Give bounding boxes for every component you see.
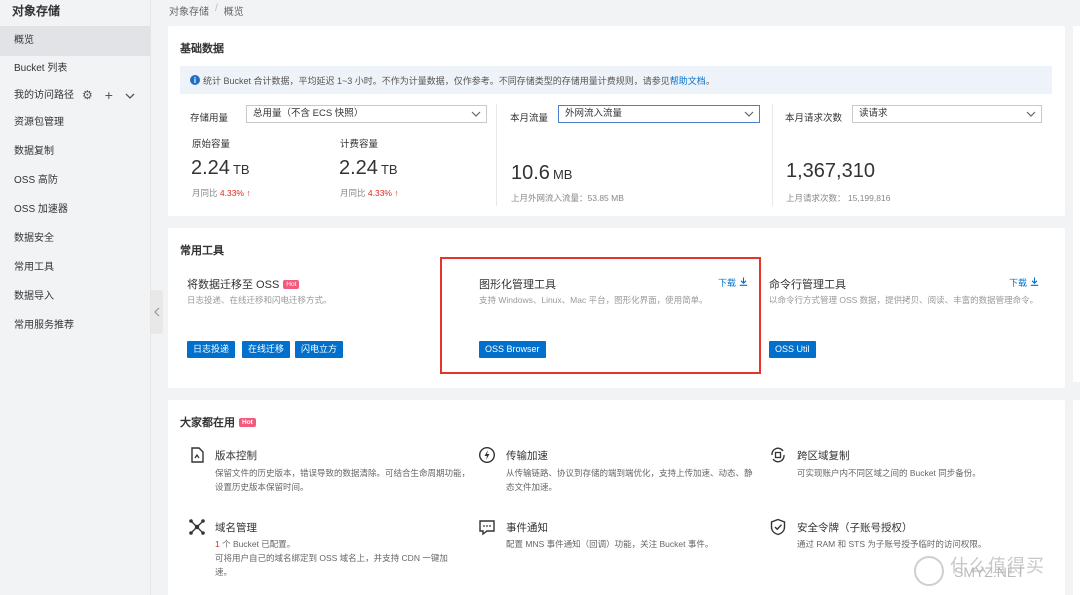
shield-icon [770, 518, 786, 536]
divider [772, 104, 773, 206]
region-copy-icon [771, 447, 785, 463]
sidebar-item-oss-anti-ddos[interactable]: OSS 高防 [0, 166, 150, 195]
traffic-last-month: 上月外网流入流量：53.85 MB [511, 193, 624, 203]
sidebar-collapse-handle[interactable] [151, 290, 163, 334]
sidebar-item-oss-accelerator[interactable]: OSS 加速器 [0, 195, 150, 224]
log-delivery-button[interactable]: 日志投递 [187, 341, 236, 358]
requests-last-month: 上月请求次数： 15,199,816 [786, 193, 891, 203]
help-doc-link[interactable]: 帮助文档 [670, 74, 706, 87]
feature-name[interactable]: 跨区域复制 [797, 448, 850, 463]
common-tools-title: 常用工具 [180, 245, 224, 257]
storage-usage-label: 存储用量 [190, 113, 229, 124]
info-text-end: 。 [705, 75, 715, 86]
sidebar-item-bucket-list[interactable]: Bucket 列表 [0, 56, 150, 82]
chevron-down-icon [744, 106, 754, 127]
sidebar-item-data-import[interactable]: 数据导入 [0, 282, 150, 311]
sidebar: 对象存储 概览 Bucket 列表 我的访问路径 ⚙ + 资源包管理 数据复制 … [0, 0, 151, 595]
basic-data-title: 基础数据 [180, 43, 224, 55]
feature-name[interactable]: 版本控制 [215, 448, 257, 463]
feature-desc: 1 个 Bucket 已配置。 可将用户自己的域名绑定到 OSS 域名上，并支持… [215, 539, 448, 577]
message-icon [479, 520, 495, 536]
feature-desc: 通过 RAM 和 STS 为子账号授予临时的访问权限。 [797, 539, 987, 549]
traffic-select[interactable]: 外网流入流量 [558, 105, 760, 123]
requests-label: 本月请求次数 [785, 113, 843, 124]
billing-capacity-mom: 月同比 4.33% ↑ [340, 188, 399, 198]
up-arrow-icon: ↑ [394, 188, 399, 198]
online-migration-button[interactable]: 在线迁移 [242, 341, 291, 358]
sidebar-item-common-tools[interactable]: 常用工具 [0, 253, 150, 282]
sidebar-item-recommended-services[interactable]: 常用服务推荐 [0, 311, 150, 340]
plus-icon[interactable]: + [105, 88, 113, 102]
popular-title: 大家都在用 Hot [180, 414, 256, 430]
requests-value: 1,367,310 [786, 160, 875, 182]
sidebar-item-overview[interactable]: 概览 [0, 26, 150, 56]
sidebar-item-data-replication[interactable]: 数据复制 [0, 137, 150, 166]
info-icon: i [190, 75, 200, 85]
divider [496, 104, 497, 206]
requests-select-value: 读请求 [859, 108, 888, 119]
raw-capacity-mom: 月同比 4.33% ↑ [192, 188, 251, 198]
raw-capacity-label: 原始容量 [192, 139, 231, 150]
basic-data-card: 基础数据 i 统计 Bucket 合计数据，平均延迟 1~3 小时。不作为计量数… [168, 26, 1065, 216]
raw-capacity-value: 2.24 TB [191, 157, 250, 179]
hot-badge: Hot [239, 418, 256, 427]
traffic-label: 本月流量 [510, 113, 549, 124]
feature-desc: 配置 MNS 事件通知（回调）功能，关注 Bucket 事件。 [506, 539, 714, 549]
breadcrumb-separator: / [215, 3, 218, 14]
sidebar-title: 对象存储 [12, 4, 61, 18]
feature-name[interactable]: 安全令牌（子账号授权） [797, 520, 913, 535]
oss-util-button[interactable]: OSS Util [769, 341, 816, 358]
chevron-left-icon [154, 307, 160, 317]
breadcrumb: 对象存储 / 概览 [169, 3, 244, 18]
sidebar-item-access-path[interactable]: 我的访问路径 ⚙ + [0, 82, 150, 108]
watermark: 什么值得买 SMYZ.NET [950, 556, 1045, 580]
right-panel-edge [1073, 400, 1080, 595]
storage-usage-select[interactable]: 总用量（不含 ECS 快照） [246, 105, 487, 123]
info-notice: i 统计 Bucket 合计数据，平均延迟 1~3 小时。不作为计量数据，仅作参… [180, 66, 1052, 94]
feature-desc: 可实现账户内不同区域之间的 Bucket 同步备份。 [797, 468, 981, 478]
feature-desc: 从传输链路、协议到存储的端到端优化，支持上传加速、动态、静态文件加速。 [506, 468, 753, 492]
requests-select[interactable]: 读请求 [852, 105, 1042, 123]
sidebar-item-label: 我的访问路径 [14, 89, 74, 101]
gear-icon[interactable]: ⚙ [82, 89, 93, 101]
billing-capacity-value: 2.24 TB [339, 157, 398, 179]
chevron-down-icon [1026, 106, 1036, 127]
breadcrumb-item-oss[interactable]: 对象存储 [169, 3, 209, 18]
info-text: 统计 Bucket 合计数据，平均延迟 1~3 小时。不作为计量数据，仅作参考。… [203, 75, 670, 86]
tool-name: 命令行管理工具 [769, 279, 846, 291]
feature-desc: 保留文件的历史版本，错误导致的数据清除。可结合生命周期功能，设置历史版本保留时间… [215, 468, 471, 492]
storage-usage-select-value: 总用量（不含 ECS 快照） [253, 108, 364, 119]
sidebar-item-resource-pack[interactable]: 资源包管理 [0, 108, 150, 137]
traffic-value: 10.6 MB [511, 162, 573, 184]
sidebar-item-data-security[interactable]: 数据安全 [0, 224, 150, 253]
right-panel-edge [1073, 26, 1080, 382]
lightning-cube-button[interactable]: 闪电立方 [295, 341, 344, 358]
tool-desc: 日志投递、在线迁移和闪电迁移方式。 [187, 295, 332, 305]
highlight-box [440, 257, 761, 374]
download-icon [1030, 277, 1038, 286]
document-icon [191, 447, 204, 463]
hot-badge: Hot [283, 280, 300, 289]
tool-name: 将数据迁移至 OSS Hot [187, 276, 300, 292]
cli-tool-download-link[interactable]: 下载 [1009, 276, 1039, 289]
lightning-icon [478, 446, 496, 464]
up-arrow-icon: ↑ [246, 188, 251, 198]
tool-desc: 以命令行方式管理 OSS 数据，提供拷贝、阅读、丰富的数据管理命令。 [769, 295, 1039, 305]
feature-name[interactable]: 事件通知 [506, 520, 548, 535]
billing-capacity-label: 计费容量 [340, 139, 379, 150]
breadcrumb-item-overview: 概览 [223, 7, 244, 18]
network-icon [189, 519, 205, 535]
feature-name[interactable]: 传输加速 [506, 448, 548, 463]
chevron-down-icon[interactable] [125, 89, 135, 101]
feature-name[interactable]: 域名管理 [215, 520, 257, 535]
traffic-select-value: 外网流入流量 [565, 108, 623, 119]
chevron-down-icon [471, 106, 481, 127]
